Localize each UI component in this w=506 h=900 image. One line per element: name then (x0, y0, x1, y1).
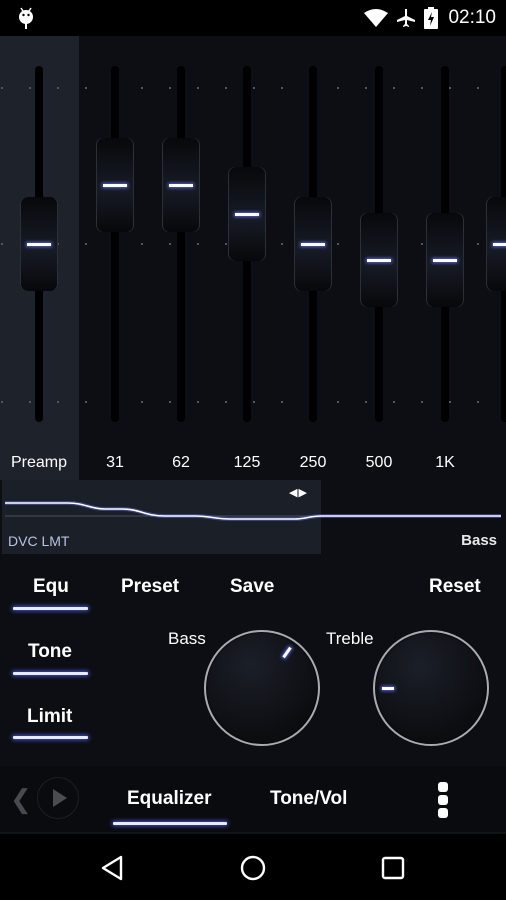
response-curve (5, 501, 501, 521)
band-label: 125 (233, 454, 261, 471)
handle-indicator (169, 183, 193, 187)
handle-indicator (103, 183, 127, 187)
band-slider-62[interactable] (151, 66, 211, 422)
handle-indicator (493, 243, 506, 246)
slider-handle[interactable] (228, 167, 266, 262)
tab-tone-vol[interactable]: Tone/Vol (270, 788, 347, 810)
clock: 02:10 (448, 7, 496, 28)
treble-dial[interactable] (373, 630, 489, 746)
more-options-icon[interactable] (436, 782, 450, 818)
battery-charging-icon (424, 7, 439, 29)
grid-dot (1, 401, 3, 403)
system-nav-bar (0, 832, 506, 900)
bass-dial-indicator (281, 646, 292, 659)
treble-dial-label: Treble (326, 629, 374, 648)
reset-button[interactable]: Reset (429, 576, 481, 598)
band-label: Preamp (10, 454, 68, 471)
grid-dot (1, 243, 3, 245)
band-slider-500[interactable] (349, 66, 409, 422)
android-debug-icon (19, 7, 33, 29)
bass-dial-label: Bass (168, 629, 206, 648)
band-slider-125[interactable] (217, 66, 277, 422)
dvc-limiter-label[interactable]: DVC LMT (8, 533, 69, 549)
band-label: 250 (299, 454, 327, 471)
handle-indicator (301, 243, 325, 246)
slider-handle[interactable] (294, 197, 332, 291)
bass-dial[interactable] (204, 630, 320, 746)
play-icon (53, 789, 67, 807)
slider-handle[interactable] (426, 212, 464, 307)
controls-panel: Equ Preset Save Reset Tone Limit Bass Tr… (0, 554, 506, 766)
grid-dot (1, 87, 3, 89)
tone-underline (13, 672, 88, 675)
band-label: 1K (435, 454, 455, 471)
save-button[interactable]: Save (230, 576, 274, 598)
limit-underline (13, 736, 88, 739)
handle-indicator (433, 258, 457, 262)
band-slider-250[interactable] (283, 66, 343, 422)
band-label: 31 (106, 454, 124, 471)
airplane-mode-icon (397, 9, 416, 27)
back-icon[interactable] (99, 854, 127, 882)
prev-arrow-icon[interactable]: ❮ (10, 784, 32, 815)
slider-track[interactable] (111, 66, 119, 422)
tab-equalizer-underline (113, 822, 227, 825)
play-button[interactable] (37, 777, 79, 819)
equalizer-panel: Preamp 31 62 125 250 500 1K (0, 36, 506, 480)
band-label: 62 (172, 454, 190, 471)
slider-track[interactable] (177, 66, 185, 422)
graph-mode-label: Bass (461, 532, 497, 549)
slider-handle[interactable] (20, 197, 58, 291)
slider-handle[interactable] (360, 212, 398, 307)
limit-button[interactable]: Limit (27, 706, 72, 728)
preset-button[interactable]: Preset (121, 576, 179, 598)
slider-handle[interactable] (96, 137, 134, 232)
band-slider-preamp[interactable] (9, 66, 69, 422)
tab-equalizer[interactable]: Equalizer (127, 788, 211, 810)
band-slider-1k[interactable] (415, 66, 475, 422)
recents-icon[interactable] (379, 854, 407, 882)
band-slider-31[interactable] (85, 66, 145, 422)
slider-handle[interactable] (162, 137, 200, 232)
status-bar: 02:10 (0, 0, 506, 36)
equ-button[interactable]: Equ (33, 576, 69, 598)
band-label: 500 (365, 454, 393, 471)
band-slider-next[interactable] (475, 66, 506, 422)
wifi-icon (364, 9, 389, 27)
handle-indicator (27, 243, 51, 246)
tone-button[interactable]: Tone (28, 641, 72, 663)
slider-handle[interactable] (486, 197, 506, 291)
bottom-tab-bar: ❮ Equalizer Tone/Vol (0, 766, 506, 832)
equ-underline (13, 607, 88, 610)
home-icon[interactable] (239, 854, 267, 882)
handle-indicator (367, 258, 391, 262)
handle-indicator (235, 213, 259, 217)
treble-dial-indicator (382, 686, 394, 690)
eq-response-graph[interactable]: ◀▶ DVC LMT Bass (0, 480, 506, 554)
